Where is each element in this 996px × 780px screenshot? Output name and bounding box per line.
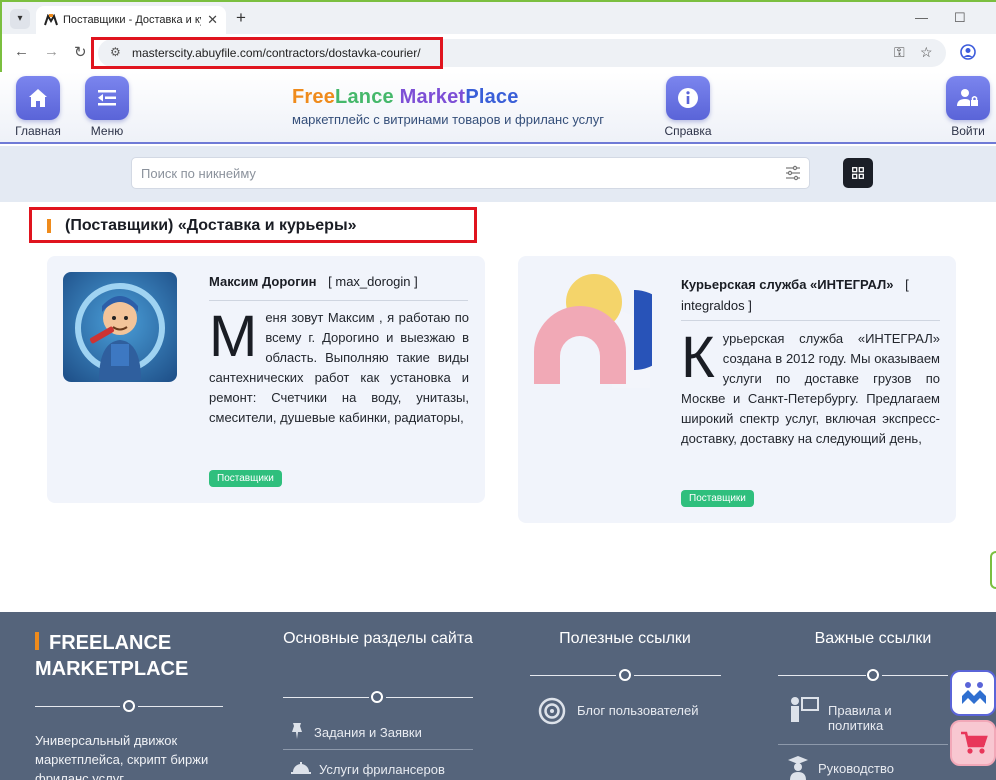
footer-divider-circle — [867, 669, 879, 681]
footer-col2-title: Полезные ссылки — [559, 630, 691, 647]
site-header: Главная Меню FreeLance MarketPlace марке… — [0, 72, 996, 144]
maximize-icon[interactable]: ☐ — [954, 10, 966, 26]
footer-link-separator — [283, 749, 473, 750]
grid-view-button[interactable] — [843, 158, 873, 188]
login-button[interactable]: Войти — [933, 76, 996, 138]
home-label: Главная — [15, 124, 61, 138]
contractor-name-line: Максим Дорогин [ max_dorogin ] — [209, 274, 418, 289]
dropcap-letter: К — [681, 325, 715, 390]
rules-presenter-icon — [791, 697, 819, 722]
url-highlight-box — [91, 37, 443, 69]
footer-divider — [138, 706, 223, 707]
footer-divider — [778, 675, 866, 676]
site-footer: FREELANCE MARKETPLACE Универсальный движ… — [0, 612, 996, 780]
footer-link-rules[interactable]: Правила и политика — [828, 703, 938, 733]
partners-float-button[interactable] — [950, 670, 996, 716]
footer-divider — [634, 675, 721, 676]
contractor-name[interactable]: Максим Дорогин — [209, 274, 317, 289]
service-bell-icon — [291, 762, 311, 774]
footer-link-guide[interactable]: Руководство — [818, 761, 894, 776]
user-lock-icon — [957, 89, 978, 106]
reload-icon[interactable]: ↻ — [74, 43, 87, 61]
footer-link-tasks[interactable]: Задания и Заявки — [314, 725, 422, 740]
footer-divider — [882, 675, 948, 676]
site-tagline: маркетплейс с витринами товаров и фрилан… — [292, 112, 605, 127]
footer-link-separator — [778, 744, 948, 745]
contractor-card[interactable]: Курьерская служба «ИНТЕГРАЛ» [ integrald… — [518, 256, 956, 523]
footer-col1-title: Основные разделы сайта — [283, 630, 473, 647]
footer-divider-circle — [619, 669, 631, 681]
menu-button[interactable]: Меню — [72, 76, 142, 138]
side-panel-handle[interactable] — [990, 551, 996, 589]
home-icon — [29, 89, 47, 107]
login-label: Войти — [951, 124, 985, 138]
contractor-name[interactable]: Курьерская служба «ИНТЕГРАЛ» — [681, 277, 893, 292]
menu-icon — [98, 90, 116, 106]
card-divider — [681, 320, 940, 321]
contractor-avatar[interactable] — [63, 272, 177, 382]
contractor-nick: integraldos ] — [681, 298, 752, 313]
footer-divider — [386, 697, 473, 698]
card-divider — [209, 300, 468, 301]
profile-icon[interactable] — [960, 44, 976, 60]
back-icon[interactable]: ← — [14, 43, 29, 60]
search-input[interactable]: Поиск по никнейму — [131, 157, 810, 189]
search-band: Поиск по никнейму — [0, 146, 996, 202]
footer-brand-text: Универсальный движок маркетплейса, скрип… — [35, 733, 209, 780]
forward-icon[interactable]: → — [44, 43, 59, 60]
footer-brand-line1: FREELANCE — [49, 632, 172, 654]
new-tab-button[interactable]: + — [236, 8, 246, 28]
category-badge[interactable]: Поставщики — [209, 470, 282, 487]
target-icon — [538, 697, 566, 725]
footer-brand-bar — [35, 632, 39, 650]
section-title-bar — [47, 219, 51, 233]
cart-icon — [961, 731, 988, 754]
footer-divider-circle — [371, 691, 383, 703]
browser-toolbar: ← → ↻ ⚙ masterscity.abuyfile.com/contrac… — [0, 34, 996, 72]
plumber-avatar-icon — [75, 283, 165, 380]
footer-col3-title: Важные ссылки — [814, 630, 932, 647]
description-text: урьерская служба «ИНТЕГРАЛ» создана в 20… — [681, 331, 940, 446]
footer-divider-circle — [123, 700, 135, 712]
browser-tab-bar: ▾ Поставщики - Доставка и курьеры ✕ + — … — [0, 0, 996, 36]
contractor-description: Курьерская служба «ИНТЕГРАЛ» создана в 2… — [681, 329, 940, 449]
graduate-icon — [788, 756, 808, 780]
category-badge[interactable]: Поставщики — [681, 490, 754, 507]
site-favicon-icon — [44, 14, 58, 26]
tab-close-icon[interactable]: ✕ — [207, 12, 218, 28]
tab-list-dropdown-icon[interactable]: ▾ — [10, 9, 30, 29]
footer-link-services[interactable]: Услуги фрилансеров — [319, 762, 445, 777]
contractor-card[interactable]: Максим Дорогин [ max_dorogin ] Меня зову… — [47, 256, 485, 503]
filter-sliders-icon[interactable] — [785, 165, 801, 181]
integral-logo-image — [534, 274, 652, 388]
browser-tab[interactable]: Поставщики - Доставка и курьеры ✕ — [36, 6, 226, 36]
help-button[interactable]: Справка — [653, 76, 723, 138]
grid-icon — [852, 167, 864, 179]
section-title-highlight: (Поставщики) «Доставка и курьеры» — [29, 207, 477, 243]
footer-divider — [35, 706, 120, 707]
site-logo[interactable]: FreeLance MarketPlace — [292, 86, 519, 109]
contractor-description: Меня зовут Максим , я работаю по всему г… — [209, 308, 469, 428]
cart-float-button[interactable] — [950, 720, 996, 766]
bookmark-star-icon[interactable]: ☆ — [920, 44, 933, 61]
footer-brand-line2: MARKETPLACE — [35, 658, 189, 680]
footer-divider — [530, 675, 616, 676]
home-button[interactable]: Главная — [3, 76, 73, 138]
search-placeholder: Поиск по никнейму — [141, 166, 256, 181]
handshake-icon — [962, 682, 986, 704]
menu-label: Меню — [90, 124, 124, 138]
contractor-nick: [ max_dorogin ] — [328, 274, 418, 289]
help-label: Справка — [664, 124, 712, 138]
contractor-name-line: Курьерская служба «ИНТЕГРАЛ» [ integrald… — [681, 274, 943, 316]
section-title: (Поставщики) «Доставка и курьеры» — [65, 217, 357, 234]
password-key-icon[interactable]: ⚿ — [894, 44, 905, 61]
contractor-nick-bracket: [ — [905, 277, 909, 292]
pin-icon — [292, 723, 302, 739]
dropcap-letter: М — [209, 304, 258, 369]
footer-divider — [283, 697, 369, 698]
minimize-icon[interactable]: — — [915, 10, 928, 25]
tab-title: Поставщики - Доставка и курьеры — [63, 14, 201, 26]
info-icon — [678, 88, 698, 108]
footer-link-blog[interactable]: Блог пользователей — [577, 703, 698, 718]
